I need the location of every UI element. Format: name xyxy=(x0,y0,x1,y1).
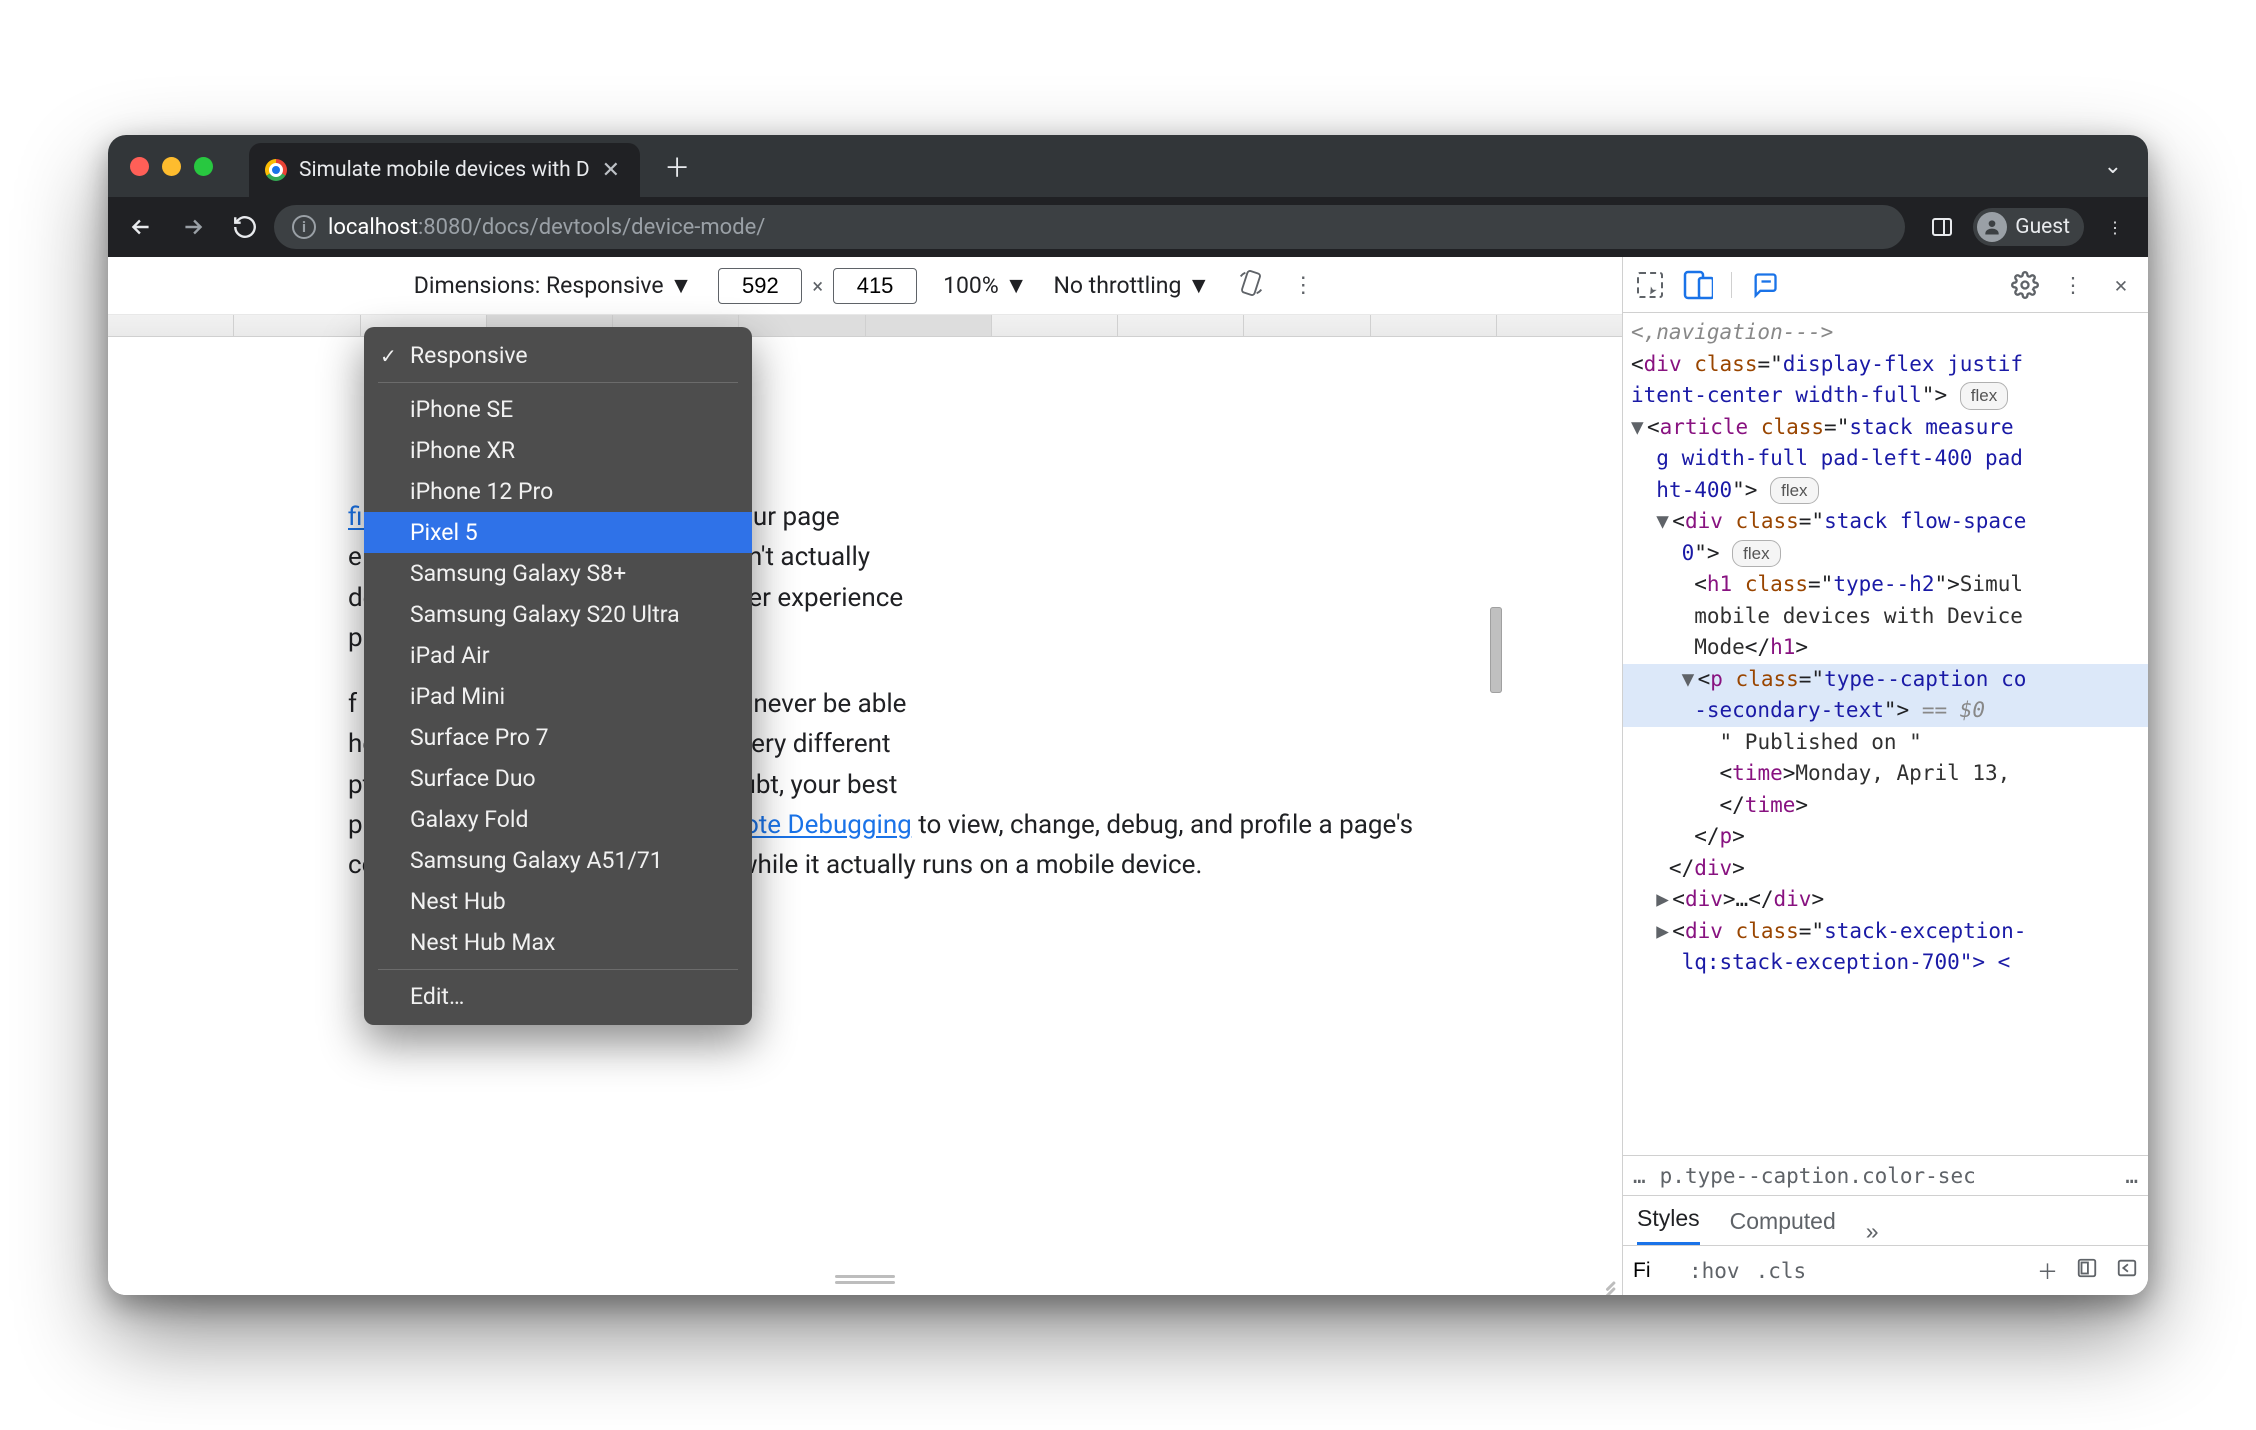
computed-tab[interactable]: Computed xyxy=(1730,1208,1836,1245)
cls-toggle[interactable]: .cls xyxy=(1756,1259,1807,1283)
resize-handle-corner[interactable] xyxy=(1590,1263,1616,1289)
caret-down-icon: ▼ xyxy=(670,272,693,299)
back-button[interactable] xyxy=(118,204,164,250)
device-list-dropdown: Responsive iPhone SEiPhone XRiPhone 12 P… xyxy=(364,327,752,1025)
devtools-panel: ⋮ ✕ <,navigation---> <div class="display… xyxy=(1623,257,2148,1295)
minimize-window-button[interactable] xyxy=(162,157,181,176)
breadcrumb-bar[interactable]: … p.type--caption.color-sec … xyxy=(1623,1155,2148,1195)
styles-tabs: Styles Computed » xyxy=(1623,1195,2148,1245)
new-style-rule-icon[interactable]: ＋ xyxy=(2037,1256,2058,1286)
new-tab-button[interactable]: ＋ xyxy=(656,145,698,187)
side-panel-icon[interactable] xyxy=(1919,204,1965,250)
device-option[interactable]: Galaxy Fold xyxy=(364,799,752,840)
toggle-rendering-icon[interactable] xyxy=(2116,1257,2138,1285)
height-input[interactable] xyxy=(833,268,917,304)
throttling-dropdown[interactable]: No throttling ▼ xyxy=(1053,272,1210,299)
device-mode-viewport: Dimensions: Responsive ▼ × 100% ▼ No thr… xyxy=(108,257,1623,1295)
browser-tab[interactable]: Simulate mobile devices with D ✕ xyxy=(249,143,640,197)
window-controls xyxy=(130,157,213,176)
device-option[interactable]: iPad Mini xyxy=(364,676,752,717)
profile-button[interactable]: Guest xyxy=(1973,208,2084,246)
vertical-scrollbar[interactable] xyxy=(1490,607,1502,693)
more-tabs-icon[interactable]: » xyxy=(1866,1218,1879,1245)
titlebar: Simulate mobile devices with D ✕ ＋ ⌄ xyxy=(108,135,2148,197)
forward-button[interactable] xyxy=(170,204,216,250)
width-ruler[interactable] xyxy=(108,315,1622,337)
device-option[interactable]: iPhone 12 Pro xyxy=(364,471,752,512)
avatar-icon xyxy=(1977,212,2007,242)
device-option[interactable]: Samsung Galaxy S20 Ultra xyxy=(364,594,752,635)
tab-title: Simulate mobile devices with D xyxy=(299,158,590,182)
viewport-size-inputs: × xyxy=(718,268,917,304)
url-text: localhost:8080/docs/devtools/device-mode… xyxy=(328,215,765,240)
device-option[interactable]: Nest Hub xyxy=(364,881,752,922)
device-option[interactable]: Surface Duo xyxy=(364,758,752,799)
breadcrumb[interactable]: p.type--caption.color-sec xyxy=(1660,1164,1976,1188)
settings-gear-icon[interactable] xyxy=(2010,270,2040,300)
device-option[interactable]: Samsung Galaxy S8+ xyxy=(364,553,752,594)
device-option-edit[interactable]: Edit… xyxy=(364,976,752,1017)
device-option-responsive[interactable]: Responsive xyxy=(364,335,752,376)
breadcrumb-overflow-icon[interactable]: … xyxy=(1633,1164,1646,1188)
hov-toggle[interactable]: :hov xyxy=(1689,1259,1740,1283)
address-bar[interactable]: i localhost:8080/docs/devtools/device-mo… xyxy=(274,205,1905,249)
inspect-element-icon[interactable] xyxy=(1635,270,1665,300)
reload-button[interactable] xyxy=(222,204,268,250)
styles-filter-bar: :hov .cls ＋ xyxy=(1623,1245,2148,1295)
dimensions-dropdown[interactable]: Dimensions: Responsive ▼ xyxy=(414,272,693,299)
close-devtools-icon[interactable]: ✕ xyxy=(2106,270,2136,300)
close-window-button[interactable] xyxy=(130,157,149,176)
devtools-menu-icon[interactable]: ⋮ xyxy=(2058,270,2088,300)
device-option[interactable]: iPhone SE xyxy=(364,389,752,430)
caret-down-icon: ▼ xyxy=(1005,272,1028,299)
device-option[interactable]: iPhone XR xyxy=(364,430,752,471)
width-input[interactable] xyxy=(718,268,802,304)
tab-overflow-icon[interactable]: ⌄ xyxy=(2104,154,2132,179)
rotate-icon[interactable] xyxy=(1236,268,1266,304)
browser-toolbar: i localhost:8080/docs/devtools/device-mo… xyxy=(108,197,2148,257)
times-icon: × xyxy=(812,274,823,298)
close-tab-icon[interactable]: ✕ xyxy=(602,158,620,183)
caret-down-icon: ▼ xyxy=(1187,272,1210,299)
breadcrumb-overflow-icon[interactable]: … xyxy=(2125,1164,2138,1188)
fullscreen-window-button[interactable] xyxy=(194,157,213,176)
profile-label: Guest xyxy=(2015,215,2070,239)
device-toolbar: Dimensions: Responsive ▼ × 100% ▼ No thr… xyxy=(108,257,1622,315)
device-option[interactable]: Nest Hub Max xyxy=(364,922,752,963)
device-option[interactable]: Pixel 5 xyxy=(364,512,752,553)
device-toolbar-menu-icon[interactable]: ⋮ xyxy=(1292,273,1316,298)
resize-handle-bottom[interactable] xyxy=(835,1275,895,1285)
browser-window: Simulate mobile devices with D ✕ ＋ ⌄ i l… xyxy=(108,135,2148,1295)
elements-tree[interactable]: <,navigation---> <div class="display-fle… xyxy=(1623,313,2148,1155)
computed-styles-sidebar-icon[interactable] xyxy=(2076,1257,2098,1285)
device-option[interactable]: Surface Pro 7 xyxy=(364,717,752,758)
rendered-page[interactable]: # first-order approximation of how your … xyxy=(108,337,1622,1295)
browser-menu-icon[interactable]: ⋮ xyxy=(2092,204,2138,250)
elements-tab-icon[interactable] xyxy=(1750,270,1780,300)
filter-input[interactable] xyxy=(1633,1259,1673,1283)
site-info-icon[interactable]: i xyxy=(292,215,316,239)
device-option[interactable]: iPad Air xyxy=(364,635,752,676)
styles-tab[interactable]: Styles xyxy=(1637,1205,1700,1245)
devtools-header: ⋮ ✕ xyxy=(1623,257,2148,313)
chrome-favicon xyxy=(265,159,287,181)
zoom-dropdown[interactable]: 100% ▼ xyxy=(943,272,1027,299)
device-option[interactable]: Samsung Galaxy A51/71 xyxy=(364,840,752,881)
toggle-device-mode-icon[interactable] xyxy=(1683,270,1713,300)
